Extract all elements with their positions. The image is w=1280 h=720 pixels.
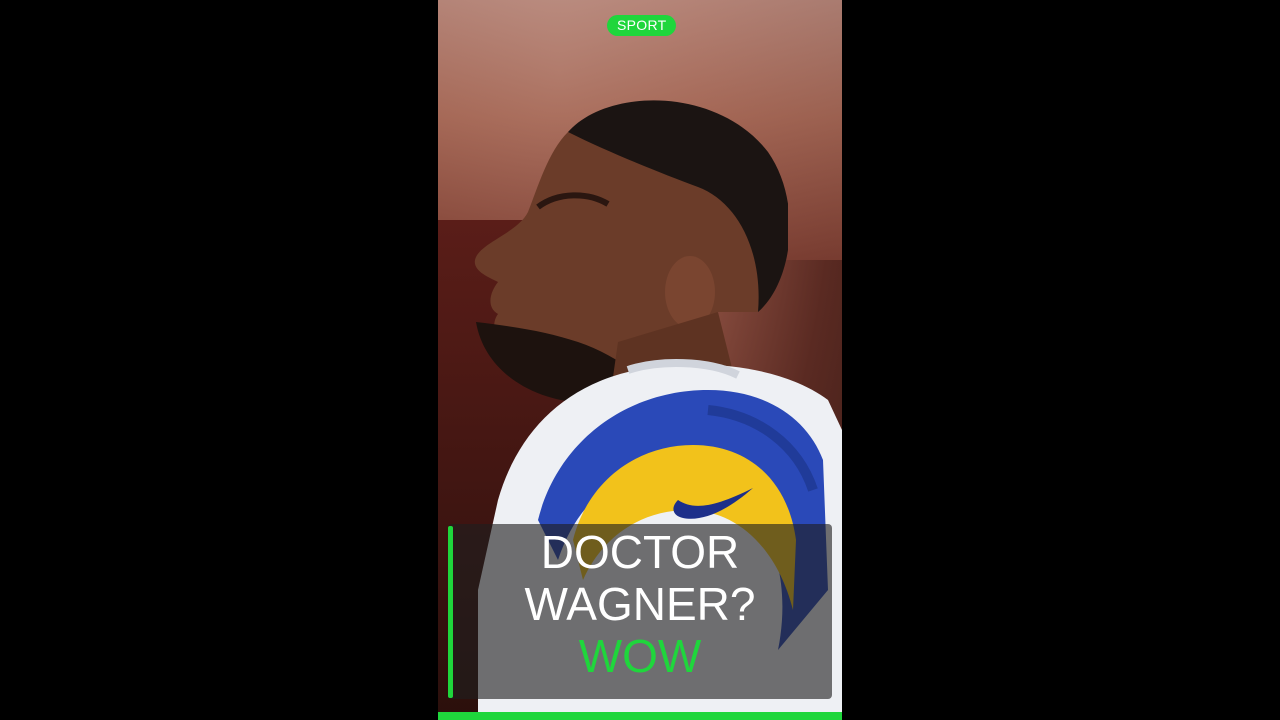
caption-line-1: DOCTOR	[540, 526, 740, 578]
caption-line-2: WAGNER?	[524, 578, 756, 630]
caption-line-3-highlight: WOW	[578, 630, 702, 682]
video-progress-fill	[438, 712, 842, 720]
caption-text: DOCTOR WAGNER? WOW	[458, 526, 822, 682]
video-player[interactable]: SPORT DOCTOR WAGNER? WOW	[0, 0, 1280, 720]
video-progress-bar[interactable]	[438, 712, 842, 720]
caption-accent-bar	[448, 526, 453, 698]
category-badge[interactable]: SPORT	[607, 15, 677, 36]
